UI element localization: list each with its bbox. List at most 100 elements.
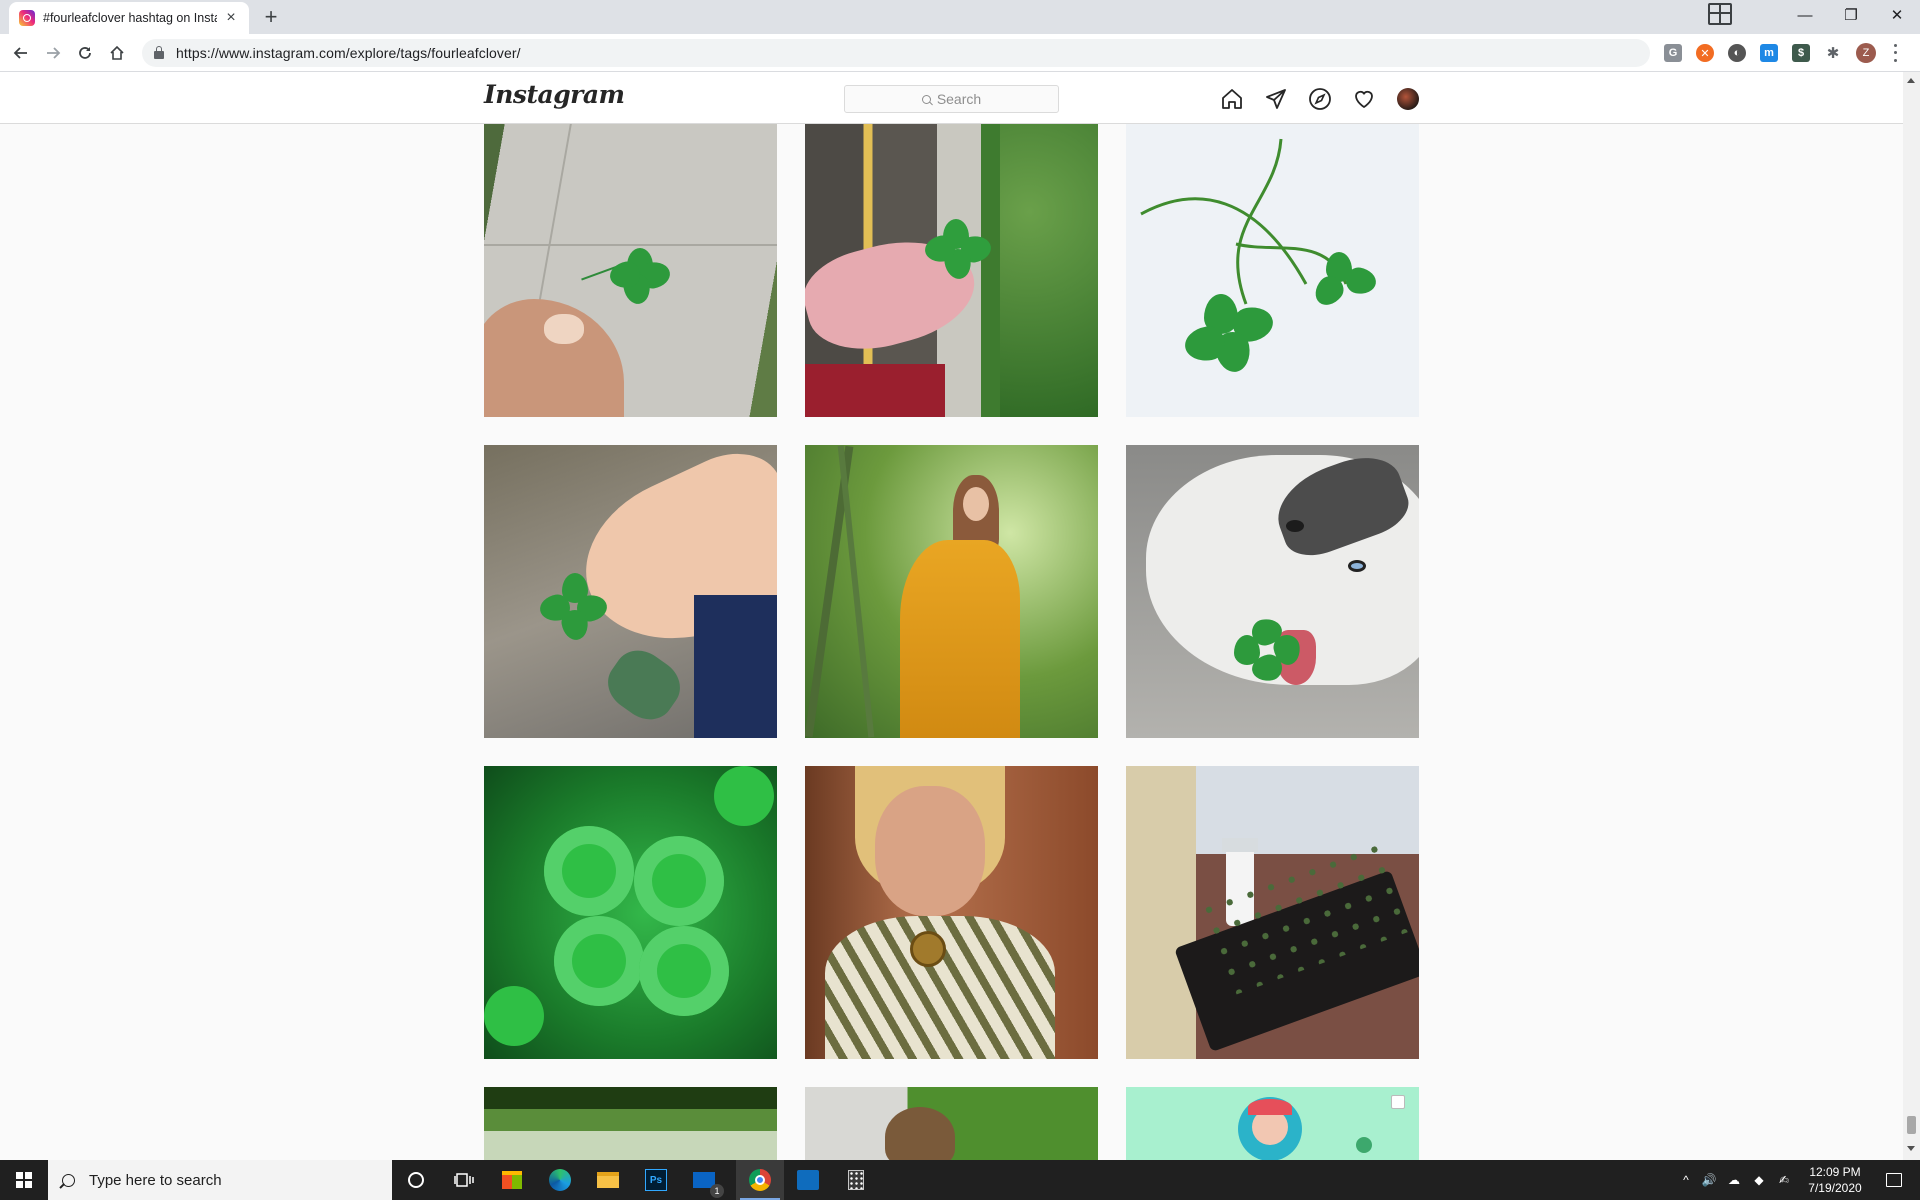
back-button[interactable] [8,40,34,66]
instagram-logo[interactable]: Instagram [484,80,625,109]
back-arrow-icon [13,47,27,59]
pen-workspace-icon[interactable]: ✍ [1772,1160,1796,1200]
cortana-button[interactable] [392,1160,440,1200]
restore-button[interactable]: ❐ [1828,0,1874,30]
microsoft-store-app[interactable] [488,1160,536,1200]
browser-home-icon [110,45,124,60]
post-cat-in-grass[interactable] [805,1087,1098,1160]
taskbar-search-placeholder: Type here to search [89,1171,222,1189]
m-extension-icon[interactable]: m [1760,44,1778,62]
photoshop-app[interactable]: Ps [632,1160,680,1200]
onedrive-icon[interactable]: ☁ [1722,1160,1746,1200]
taskbar-search-box[interactable]: Type here to search [48,1160,392,1200]
windows-taskbar: Type here to search Ps 1 ^ 🔊 ☁ ◆ ✍ 12:09… [0,1160,1920,1200]
lock-icon [154,46,164,59]
post-illustration-girl[interactable] [1126,1087,1419,1160]
post-image [1126,445,1419,738]
post-husky-with-clover[interactable] [1126,445,1419,738]
chrome-app[interactable] [736,1160,784,1200]
post-clover-stems-white[interactable] [1126,124,1419,417]
post-image [484,124,777,417]
post-image [805,124,1098,417]
chrome-icon [749,1169,771,1191]
close-window-button[interactable]: ✕ [1874,0,1920,30]
post-image [805,1087,1098,1160]
calculator-app[interactable] [832,1160,880,1200]
mail-badge: 1 [710,1184,724,1198]
clock-time: 12:09 PM [1809,1165,1861,1179]
start-button[interactable] [0,1160,48,1200]
post-clover-over-shoes[interactable] [484,445,777,738]
instagram-header: Instagram Search [0,72,1903,124]
close-tab-button[interactable]: × [223,9,239,27]
task-view-icon [454,1173,474,1187]
outlook-app[interactable] [784,1160,832,1200]
task-view-button[interactable] [440,1160,488,1200]
action-center-icon[interactable] [1876,1160,1912,1200]
reload-button[interactable] [72,40,98,66]
forward-arrow-icon [47,47,61,59]
post-woman-yellow-dress[interactable] [805,445,1098,738]
chrome-profile-avatar[interactable]: Z [1856,43,1876,63]
minimize-button[interactable]: — [1782,0,1828,30]
post-image [484,445,777,738]
store-bag-icon [502,1171,522,1189]
post-clover-on-sidewalk[interactable] [484,124,777,417]
browser-tab-instagram[interactable]: #fourleafclover hashtag on Insta × [9,2,249,34]
forward-button[interactable] [40,40,66,66]
scrollbar-thumb[interactable] [1907,1116,1916,1134]
activity-heart-icon[interactable] [1351,86,1377,112]
scroll-down-arrow-icon[interactable] [1907,1146,1915,1151]
file-explorer-app[interactable] [584,1160,632,1200]
post-image [1126,124,1419,417]
search-icon [921,94,931,104]
home-icon[interactable] [1219,86,1245,112]
chrome-menu-icon[interactable] [1892,42,1898,64]
show-hidden-icons-chevron-icon[interactable]: ^ [1676,1160,1696,1200]
post-image [805,766,1098,1059]
post-image [484,766,777,1059]
windows-logo-icon [16,1172,32,1188]
post-park-trees[interactable] [484,1087,777,1160]
s-extension-icon[interactable]: $ [1792,44,1810,62]
direct-messages-icon[interactable] [1263,86,1289,112]
home-button[interactable] [104,40,130,66]
dark-reader-extension-icon[interactable]: ◐ [1728,44,1746,62]
tab-search-icon[interactable] [1708,3,1732,25]
photoshop-icon: Ps [645,1169,667,1191]
post-clover-patch[interactable] [484,766,777,1059]
explore-icon[interactable] [1307,86,1333,112]
profile-avatar[interactable] [1397,88,1419,110]
post-image [1126,766,1419,1059]
post-image [484,1087,777,1160]
edge-app[interactable] [536,1160,584,1200]
new-tab-button[interactable]: + [258,4,284,30]
post-image [805,445,1098,738]
edge-icon [549,1169,571,1191]
browser-toolbar: https://www.instagram.com/explore/tags/f… [0,34,1920,72]
page-scrollbar[interactable] [1903,72,1920,1160]
mail-app[interactable]: 1 [680,1160,728,1200]
cortana-circle-icon [408,1172,424,1188]
taskbar-clock[interactable]: 12:09 PM 7/19/2020 [1802,1164,1868,1196]
folder-icon [597,1172,619,1188]
tab-title: #fourleafclover hashtag on Insta [43,11,217,25]
dropbox-icon[interactable]: ◆ [1748,1160,1770,1200]
url-text: https://www.instagram.com/explore/tags/f… [176,45,521,61]
search-placeholder: Search [936,91,982,107]
outlook-icon [797,1170,819,1190]
scroll-up-arrow-icon[interactable] [1907,78,1915,83]
post-potted-clover-spray[interactable] [1126,766,1419,1059]
post-woman-clover-necklace[interactable] [805,766,1098,1059]
honey-extension-icon[interactable]: ✕ [1696,44,1714,62]
post-clover-by-curb[interactable] [805,124,1098,417]
extensions-puzzle-icon[interactable]: ✱ [1824,44,1842,62]
instagram-favicon-icon [19,10,35,26]
grammarly-extension-icon[interactable]: G [1664,44,1682,62]
reload-icon [79,47,91,59]
volume-icon[interactable]: 🔊 [1698,1160,1720,1200]
instagram-search-input[interactable]: Search [844,85,1059,113]
calculator-icon [848,1170,864,1190]
address-bar[interactable]: https://www.instagram.com/explore/tags/f… [142,39,1650,67]
post-image [1126,1087,1419,1160]
